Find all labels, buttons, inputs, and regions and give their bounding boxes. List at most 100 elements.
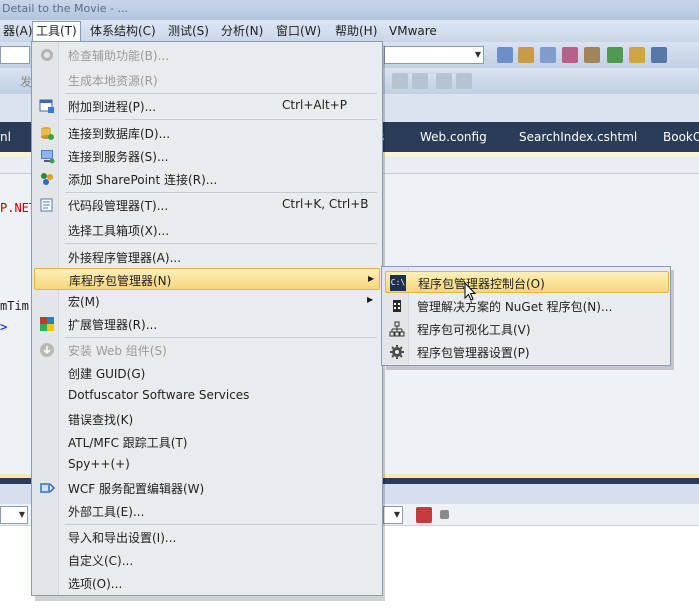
download-icon [39, 342, 55, 358]
hierarchy-icon [389, 321, 405, 337]
wcf-editor-icon [39, 480, 56, 496]
menu-item-label: 自定义(C)... [68, 554, 134, 568]
outdent-icon[interactable] [412, 73, 428, 89]
menu-item-label: WCF 服务配置编辑器(W) [68, 482, 205, 496]
command-window-icon[interactable] [651, 47, 667, 63]
menu-item-label: 程序包管理器设置(P) [417, 346, 530, 360]
submenu-item-manage-nuget[interactable]: 管理解决方案的 NuGet 程序包(N)... [385, 295, 669, 317]
menu-item-attach-process[interactable]: 附加到进程(P)... Ctrl+Alt+P [34, 95, 380, 117]
menu-item-install-web-components[interactable]: 安装 Web 组件(S) [34, 339, 380, 361]
menu-item-label: 附加到进程(P)... [68, 100, 157, 114]
properties-icon[interactable] [540, 47, 556, 63]
sharepoint-icon [39, 171, 55, 187]
menu-item-create-guid[interactable]: 创建 GUID(G) [34, 362, 380, 384]
menu-test[interactable]: 测试(S) [165, 23, 212, 39]
tab-bookc[interactable]: BookC [663, 130, 699, 144]
menu-item-label: 选项(O)... [68, 577, 123, 591]
chevron-down-icon: ▼ [474, 50, 481, 59]
menu-item-atl-trace-tool[interactable]: ATL/MFC 跟踪工具(T) [34, 431, 380, 453]
menu-architecture[interactable]: 体系结构(C) [87, 23, 159, 39]
menu-item-label: 扩展管理器(R)... [68, 318, 158, 332]
menu-item-label: ATL/MFC 跟踪工具(T) [68, 436, 188, 450]
submenu-item-package-console[interactable]: C:\ 程序包管理器控制台(O) [385, 271, 669, 293]
menu-item-customize[interactable]: 自定义(C)... [34, 549, 380, 571]
menu-item-spy-plus-plus[interactable]: Spy++(+) [34, 454, 380, 476]
config-combo[interactable] [0, 46, 30, 64]
menu-item-label: 创建 GUID(G) [68, 367, 146, 381]
menu-item-connect-server[interactable]: 连接到服务器(S)... [34, 145, 380, 167]
console-icon: C:\ [390, 275, 406, 291]
menu-item-label: 宏(M) [68, 295, 100, 309]
menu-item-addin-manager[interactable]: 外接程序管理器(A)... [34, 246, 380, 268]
menu-architecture-partial[interactable]: 器(A) [0, 23, 36, 39]
menu-item-extension-manager[interactable]: 扩展管理器(R)... [34, 313, 380, 335]
format-icon[interactable] [456, 73, 472, 89]
window-title: Detail to the Movie - ... [2, 2, 128, 15]
menu-item-error-lookup[interactable]: 错误查找(K) [34, 408, 380, 430]
menu-separator [65, 192, 377, 193]
menu-item-dotfuscator[interactable]: Dotfuscator Software Services [34, 385, 380, 407]
menu-item-external-tools[interactable]: 外部工具(E)... [34, 500, 380, 522]
menu-item-macros[interactable]: 宏(M) ▶ [34, 290, 380, 312]
connect-server-icon [39, 148, 55, 164]
output-source-combo[interactable]: ▼ [0, 506, 28, 524]
attach-process-icon [39, 98, 55, 114]
tab-searchindex[interactable]: SearchIndex.cshtml [519, 130, 637, 144]
extension-icon[interactable] [629, 47, 645, 63]
menu-item-sharepoint[interactable]: 添加 SharePoint 连接(R)... [34, 168, 380, 190]
clear-all-icon[interactable] [416, 507, 432, 523]
menu-separator [65, 243, 377, 244]
mouse-pointer-icon [464, 282, 476, 301]
submenu-arrow-icon: ▶ [368, 274, 375, 283]
menu-item-accessibility-check[interactable]: 检查辅助功能(B)... [34, 44, 380, 66]
menu-item-import-export-settings[interactable]: 导入和导出设置(I)... [34, 526, 380, 548]
menu-item-wcf-config-editor[interactable]: WCF 服务配置编辑器(W) [34, 477, 380, 499]
tab-partial-left[interactable]: nl [0, 130, 11, 144]
stop-icon[interactable] [440, 510, 449, 519]
menu-item-label: 管理解决方案的 NuGet 程序包(N)... [417, 300, 613, 314]
output-combo[interactable]: ▼ [383, 506, 403, 524]
menu-item-options[interactable]: 选项(O)... [34, 572, 380, 594]
menu-vmware[interactable]: VMware [386, 23, 440, 39]
indent-icon[interactable] [392, 73, 408, 89]
find-in-files-icon[interactable] [497, 47, 513, 63]
menu-tools[interactable]: 工具(T) [32, 21, 81, 41]
nuget-package-icon [389, 298, 405, 314]
menu-item-connect-database[interactable]: 连接到数据库(D)... [34, 122, 380, 144]
submenu-item-package-settings[interactable]: 程序包管理器设置(P) [385, 341, 669, 363]
menu-item-label: 程序包管理器控制台(O) [418, 277, 545, 291]
chevron-down-icon: ▼ [393, 510, 400, 519]
connect-database-icon [39, 125, 55, 141]
tab-web-config[interactable]: Web.config [420, 130, 487, 144]
menu-item-label: 错误查找(K) [68, 413, 134, 427]
menu-separator [65, 524, 377, 525]
menu-item-choose-toolbox[interactable]: 选择工具箱项(X)... [34, 219, 380, 241]
toolbox-icon[interactable] [584, 47, 600, 63]
chevron-down-icon: ▼ [18, 510, 25, 519]
package-manager-submenu: C:\ 程序包管理器控制台(O) 管理解决方案的 NuGet 程序包(N)...… [381, 266, 671, 366]
find-combo[interactable]: ▼ [384, 46, 484, 64]
menu-item-label: 代码段管理器(T)... [68, 199, 169, 213]
menu-item-label: 连接到数据库(D)... [68, 127, 171, 141]
window-title-bar: Detail to the Movie - ... [0, 0, 699, 20]
menu-item-label: 导入和导出设置(I)... [68, 531, 177, 545]
solution-explorer-icon[interactable] [518, 47, 534, 63]
menu-item-library-package-manager[interactable]: 库程序包管理器(N) ▶ [34, 268, 380, 290]
menu-window[interactable]: 窗口(W) [273, 23, 324, 39]
menu-item-label: 选择工具箱项(X)... [68, 224, 170, 238]
submenu-item-package-visualizer[interactable]: 程序包可视化工具(V) [385, 318, 669, 340]
spell-check-icon[interactable] [436, 73, 452, 89]
object-browser-icon[interactable] [562, 47, 578, 63]
menu-analyze[interactable]: 分析(N) [218, 23, 266, 39]
code-snippet-icon [39, 197, 55, 213]
menu-item-generate-resources[interactable]: 生成本地资源(R) [34, 69, 380, 91]
code-line: > [0, 320, 8, 334]
menu-help[interactable]: 帮助(H) [332, 23, 380, 39]
submenu-arrow-icon: ▶ [367, 295, 374, 304]
menu-item-code-snippets[interactable]: 代码段管理器(T)... Ctrl+K, Ctrl+B [34, 194, 380, 216]
menu-item-label: 生成本地资源(R) [68, 74, 158, 88]
start-page-icon[interactable] [607, 47, 623, 63]
gear-icon [389, 344, 405, 360]
menu-separator [65, 119, 377, 120]
extension-manager-icon [39, 316, 55, 332]
